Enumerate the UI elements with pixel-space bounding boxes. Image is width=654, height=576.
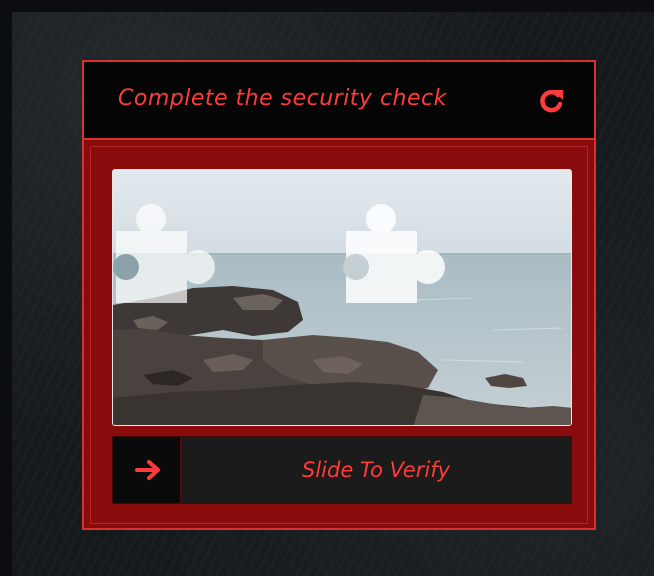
slider-handle[interactable]	[113, 437, 181, 503]
slider-label: Slide To Verify	[301, 458, 451, 482]
security-check-dialog: Complete the security check Slide To Ver…	[82, 60, 596, 530]
dialog-title: Complete the security check	[118, 86, 447, 111]
slider-track[interactable]: Slide To Verify	[112, 436, 572, 504]
dialog-header: Complete the security check	[84, 62, 594, 140]
seascape-image	[113, 170, 571, 425]
captcha-image	[112, 169, 572, 426]
refresh-button[interactable]	[536, 86, 568, 116]
refresh-icon	[540, 89, 563, 113]
arrow-right-icon	[135, 460, 160, 480]
